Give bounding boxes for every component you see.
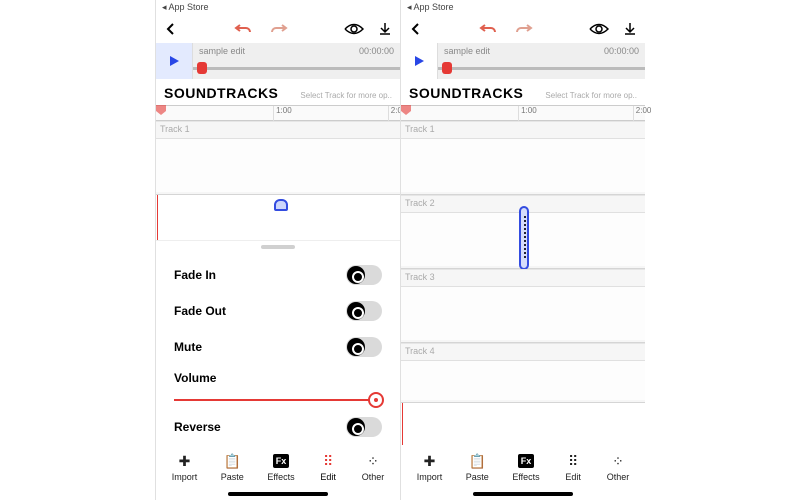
play-button[interactable] xyxy=(401,43,437,79)
edit-icon: ⠿ xyxy=(563,452,583,470)
audio-clip[interactable] xyxy=(519,206,529,270)
tab-edit[interactable]: ⠿Edit xyxy=(318,452,338,482)
fx-icon: Fx xyxy=(271,452,291,470)
section-title: SOUNDTRACKS xyxy=(164,85,278,101)
download-icon[interactable] xyxy=(378,22,392,36)
scrubber-knob[interactable] xyxy=(442,62,452,74)
time-ruler[interactable]: 1:00 2:00 xyxy=(401,105,645,121)
other-icon: ⁘ xyxy=(363,452,383,470)
clipboard-icon: 📋 xyxy=(222,452,242,470)
back-button[interactable] xyxy=(164,22,178,36)
status-back-link[interactable]: ◂ App Store xyxy=(401,0,645,15)
tab-paste[interactable]: 📋Paste xyxy=(466,452,489,482)
status-back-link[interactable]: ◂ App Store xyxy=(156,0,400,15)
home-indicator xyxy=(228,492,328,496)
volume-knob[interactable] xyxy=(368,392,384,408)
scrubber-knob[interactable] xyxy=(197,62,207,74)
section-hint: Select Track for more op.. xyxy=(300,91,392,100)
tab-import[interactable]: ✚Import xyxy=(417,452,443,482)
tab-edit[interactable]: ⠿Edit xyxy=(563,452,583,482)
toggle-mute[interactable] xyxy=(346,337,382,357)
bottom-tabs: ✚Import 📋Paste FxEffects ⠿Edit ⁘Other xyxy=(156,445,400,486)
toggle-fade-out[interactable] xyxy=(346,301,382,321)
tab-other[interactable]: ⁘Other xyxy=(607,452,630,482)
option-reverse-label: Reverse xyxy=(174,420,221,434)
plus-icon: ✚ xyxy=(420,452,440,470)
tab-import[interactable]: ✚Import xyxy=(172,452,198,482)
clip-time: 00:00:00 xyxy=(359,46,394,56)
track-lane-4[interactable]: Track 4 xyxy=(401,343,645,403)
track-lane-1[interactable]: Track 1 xyxy=(156,121,400,195)
screen-edit-panel: ◂ App Store sample edit 00:00:00 SOUNDTR… xyxy=(155,0,400,500)
other-icon: ⁘ xyxy=(608,452,628,470)
section-hint: Select Track for more op.. xyxy=(545,91,637,100)
tab-effects[interactable]: FxEffects xyxy=(512,452,539,482)
redo-button[interactable] xyxy=(270,22,288,36)
screen-multitrack: ◂ App Store sample edit 00:00:00 SOUNDTR… xyxy=(400,0,645,500)
option-mute-label: Mute xyxy=(174,340,202,354)
play-button[interactable] xyxy=(156,43,192,79)
option-fade-in-label: Fade In xyxy=(174,268,216,282)
time-ruler[interactable]: 1:00 2:00 xyxy=(156,105,400,121)
plus-icon: ✚ xyxy=(175,452,195,470)
timeline-scrubber[interactable]: sample edit 00:00:00 xyxy=(437,43,645,79)
track-lane-1[interactable]: Track 1 xyxy=(401,121,645,195)
clip-time: 00:00:00 xyxy=(604,46,639,56)
toggle-reverse[interactable] xyxy=(346,417,382,437)
option-volume-label: Volume xyxy=(174,371,382,385)
ruler-marker[interactable] xyxy=(401,105,411,115)
undo-button[interactable] xyxy=(234,22,252,36)
bottom-tabs: ✚Import 📋Paste FxEffects ⠿Edit ⁘Other xyxy=(401,445,645,486)
track-lane-3[interactable]: Track 3 xyxy=(401,269,645,343)
edit-icon: ⠿ xyxy=(318,452,338,470)
undo-button[interactable] xyxy=(479,22,497,36)
edit-options-panel: Fade In Fade Out Mute Volume Reverse xyxy=(156,240,400,445)
tab-effects[interactable]: FxEffects xyxy=(267,452,294,482)
redo-button[interactable] xyxy=(515,22,533,36)
volume-slider[interactable] xyxy=(174,399,382,401)
section-title: SOUNDTRACKS xyxy=(409,85,523,101)
toggle-fade-in[interactable] xyxy=(346,265,382,285)
download-icon[interactable] xyxy=(623,22,637,36)
tab-paste[interactable]: 📋Paste xyxy=(221,452,244,482)
clipboard-icon: 📋 xyxy=(467,452,487,470)
home-indicator xyxy=(473,492,573,496)
option-fade-out-label: Fade Out xyxy=(174,304,226,318)
drag-handle[interactable] xyxy=(261,245,295,249)
fx-icon: Fx xyxy=(516,452,536,470)
track-lane-2[interactable]: Track 2 xyxy=(401,195,645,269)
back-button[interactable] xyxy=(409,22,423,36)
audio-clip[interactable] xyxy=(274,199,288,211)
preview-icon[interactable] xyxy=(344,22,364,36)
timeline-scrubber[interactable]: sample edit 00:00:00 xyxy=(192,43,400,79)
preview-icon[interactable] xyxy=(589,22,609,36)
ruler-marker[interactable] xyxy=(156,105,166,115)
track-label: Track 1 xyxy=(160,124,190,134)
tab-other[interactable]: ⁘Other xyxy=(362,452,385,482)
